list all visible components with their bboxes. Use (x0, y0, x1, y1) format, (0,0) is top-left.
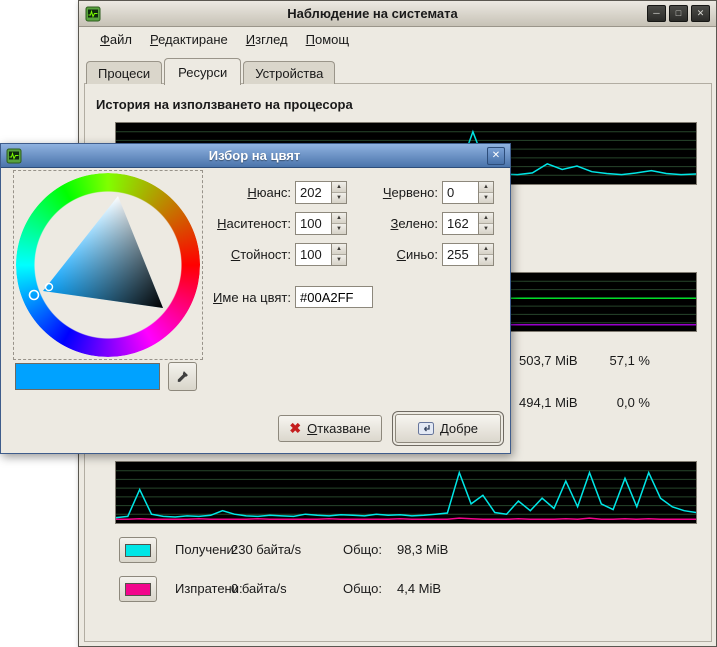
menu-file[interactable]: Файл (91, 30, 141, 49)
dialog-title: Избор на цвят (22, 148, 487, 163)
green-label: Зелено: (353, 216, 438, 231)
red-spinbox[interactable]: 0 ▲▼ (442, 181, 494, 204)
red-value[interactable]: 0 (443, 182, 478, 203)
value-spin-up-icon[interactable]: ▲ (332, 244, 346, 255)
value-value[interactable]: 100 (296, 244, 331, 265)
color-picker-dialog: Избор на цвят ✕ Нюанс: Наситеност: Стой (0, 143, 511, 454)
red-spin-up-icon[interactable]: ▲ (479, 182, 493, 193)
tab-resources[interactable]: Ресурси (164, 58, 241, 85)
saturation-spinbox[interactable]: 100 ▲▼ (295, 212, 347, 235)
swap-stat-row: 494,1 MiB 0,0 % (519, 395, 699, 411)
main-titlebar: Наблюдение на системата ─ □ ✕ (79, 1, 716, 27)
saturation-value[interactable]: 100 (296, 213, 331, 234)
color-wheel[interactable] (13, 170, 203, 360)
saturation-spin-down-icon[interactable]: ▼ (332, 224, 346, 234)
blue-spinbox[interactable]: 255 ▲▼ (442, 243, 494, 266)
green-spin-up-icon[interactable]: ▲ (479, 213, 493, 224)
maximize-button[interactable]: □ (669, 5, 688, 22)
green-spinbox[interactable]: 162 ▲▼ (442, 212, 494, 235)
close-button[interactable]: ✕ (691, 5, 710, 22)
saturation-label: Наситеност: (206, 216, 291, 231)
cancel-button-label: Отказване (307, 421, 371, 436)
hsv-triangle[interactable] (16, 173, 200, 357)
cancel-x-icon: ✖ (289, 420, 301, 437)
swap-size-value: 494,1 MiB (519, 395, 578, 410)
menu-view[interactable]: Изглед (237, 30, 297, 49)
ok-button[interactable]: Добре (395, 414, 501, 443)
value-label: Стойност: (206, 247, 291, 262)
memory-size-value: 503,7 MiB (519, 353, 578, 368)
value-spinbox[interactable]: 100 ▲▼ (295, 243, 347, 266)
sent-total: 4,4 MiB (397, 581, 441, 596)
green-value[interactable]: 162 (443, 213, 478, 234)
ok-button-label: Добре (440, 421, 478, 436)
tab-devices[interactable]: Устройства (243, 61, 335, 84)
dialog-icon (6, 148, 22, 164)
received-label: Получени: (175, 542, 237, 557)
menubar: Файл Редактиране Изглед Помощ (79, 28, 716, 50)
received-color-swatch (125, 544, 151, 557)
hue-spinbox[interactable]: 202 ▲▼ (295, 181, 347, 204)
received-color-button[interactable] (119, 537, 157, 563)
red-spin-down-icon[interactable]: ▼ (479, 193, 493, 203)
cpu-history-title: История на използването на процесора (96, 97, 353, 112)
network-chart-canvas (116, 462, 696, 523)
saturation-spin-up-icon[interactable]: ▲ (332, 213, 346, 224)
menu-help[interactable]: Помощ (297, 30, 358, 49)
green-spin-down-icon[interactable]: ▼ (479, 224, 493, 234)
received-rate: 230 байта/s (231, 542, 301, 557)
dialog-titlebar: Избор на цвят ✕ (1, 144, 510, 168)
hue-spin-down-icon[interactable]: ▼ (332, 193, 346, 203)
blue-label: Синьо: (353, 247, 438, 262)
main-window-title: Наблюдение на системата (101, 6, 644, 21)
cancel-button[interactable]: ✖ Отказване (278, 415, 382, 442)
received-total-label: Общо: (343, 542, 382, 557)
received-total: 98,3 MiB (397, 542, 448, 557)
menu-edit[interactable]: Редактиране (141, 30, 237, 49)
hue-marker[interactable] (30, 291, 39, 300)
hue-value[interactable]: 202 (296, 182, 331, 203)
sent-total-label: Общо: (343, 581, 382, 596)
network-received-row: Получени: 230 байта/s Общо: 98,3 MiB (119, 537, 689, 563)
red-label: Червено: (353, 185, 438, 200)
swap-percent-value: 0,0 % (574, 395, 650, 410)
color-name-label: Име на цвят: (181, 290, 291, 305)
network-sent-row: Изпратени: 0 байта/s Общо: 4,4 MiB (119, 576, 689, 602)
tab-strip: Процеси Ресурси Устройства (86, 57, 337, 84)
eyedropper-icon (175, 369, 190, 384)
hue-label: Нюанс: (206, 185, 291, 200)
sent-color-button[interactable] (119, 576, 157, 602)
memory-percent-value: 57,1 % (574, 353, 650, 368)
dialog-close-button[interactable]: ✕ (487, 147, 505, 165)
blue-spin-down-icon[interactable]: ▼ (479, 255, 493, 265)
minimize-button[interactable]: ─ (647, 5, 666, 22)
blue-value[interactable]: 255 (443, 244, 478, 265)
memory-stat-row: 503,7 MiB 57,1 % (519, 353, 699, 369)
eyedropper-button[interactable] (168, 362, 197, 391)
value-spin-down-icon[interactable]: ▼ (332, 255, 346, 265)
network-chart (115, 461, 697, 524)
color-preview (15, 363, 160, 390)
sent-rate: 0 байта/s (231, 581, 287, 596)
system-monitor-icon (85, 6, 101, 22)
tab-processes[interactable]: Процеси (86, 61, 162, 84)
sent-color-swatch (125, 583, 151, 596)
ok-enter-key-icon (418, 422, 434, 435)
blue-spin-up-icon[interactable]: ▲ (479, 244, 493, 255)
color-name-input[interactable] (295, 286, 373, 308)
hue-spin-up-icon[interactable]: ▲ (332, 182, 346, 193)
